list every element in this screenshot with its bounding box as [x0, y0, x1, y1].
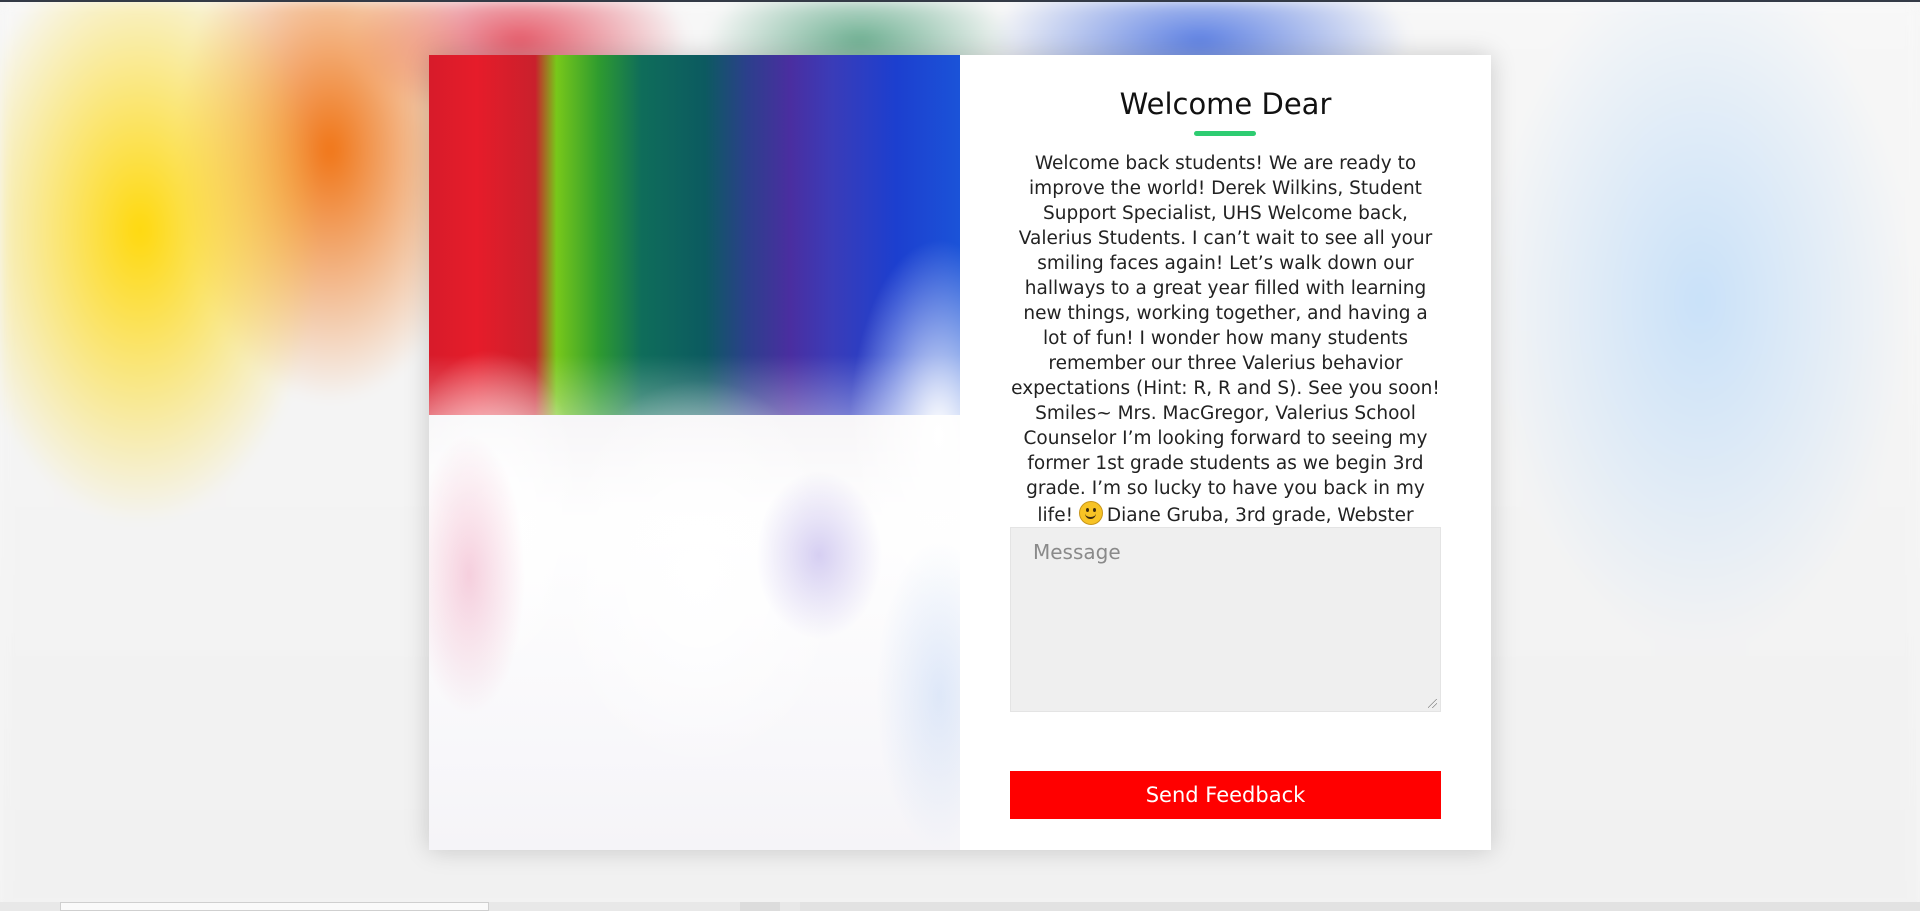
rainbow-paint-artwork — [429, 55, 960, 850]
bottom-segment-right — [800, 902, 1920, 911]
send-feedback-button[interactable]: Send Feedback — [1010, 771, 1441, 819]
bottom-tab[interactable] — [60, 902, 489, 911]
welcome-message: Welcome back students! We are ready to i… — [1010, 151, 1441, 528]
paint-tints — [429, 55, 960, 850]
message-placeholder: Message — [1033, 540, 1121, 564]
message-textarea[interactable]: Message — [1010, 527, 1441, 712]
welcome-message-text: Welcome back students! We are ready to i… — [1011, 153, 1440, 526]
page-title: Welcome Dear — [1119, 87, 1332, 121]
welcome-message-signature: Diane Gruba, 3rd grade, Webster — [1106, 505, 1414, 526]
window-top-border — [0, 0, 1920, 2]
feedback-card: Welcome Dear Welcome back students! We a… — [429, 55, 1491, 850]
title-underline — [1194, 131, 1256, 136]
resize-handle-icon[interactable] — [1428, 699, 1437, 708]
feedback-form: Welcome Dear Welcome back students! We a… — [960, 55, 1491, 850]
bottom-segment — [740, 902, 780, 911]
smiling-face-icon — [1078, 501, 1103, 525]
